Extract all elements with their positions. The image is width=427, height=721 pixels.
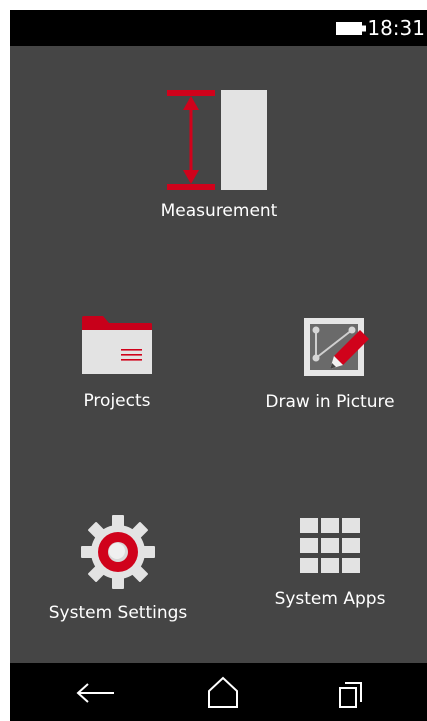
home-screen: 18:31 Measurement Projects Draw in Pictu…	[10, 10, 427, 721]
battery-full-icon	[336, 22, 366, 35]
status-time: 18:31	[367, 16, 425, 40]
status-bar: 18:31	[10, 10, 427, 46]
tile-label-projects: Projects	[83, 391, 151, 411]
tile-draw-in-picture[interactable]: Draw in Picture	[255, 316, 405, 413]
recent-apps-icon	[339, 682, 362, 708]
back-arrow-icon	[76, 683, 114, 703]
gear-icon	[81, 515, 155, 589]
tile-system-settings[interactable]: System Settings	[28, 514, 208, 624]
tile-system-apps[interactable]: System Apps	[255, 514, 405, 610]
tile-label-measurement: Measurement	[160, 201, 278, 221]
app-grid-icon	[300, 518, 360, 573]
recent-apps-button[interactable]	[310, 663, 390, 721]
tile-label-system-settings: System Settings	[48, 603, 188, 623]
folder-icon	[82, 316, 152, 374]
tile-measurement[interactable]: Measurement	[144, 88, 294, 222]
tile-label-system-apps: System Apps	[274, 589, 386, 609]
home-button[interactable]	[183, 663, 263, 721]
tile-label-draw-in-picture: Draw in Picture	[265, 392, 395, 412]
draw-picture-icon	[304, 318, 369, 376]
home-icon	[208, 676, 238, 708]
tile-projects[interactable]: Projects	[42, 316, 192, 412]
back-button[interactable]	[56, 663, 136, 721]
navigation-bar	[10, 663, 427, 721]
measurement-icon	[167, 90, 267, 190]
